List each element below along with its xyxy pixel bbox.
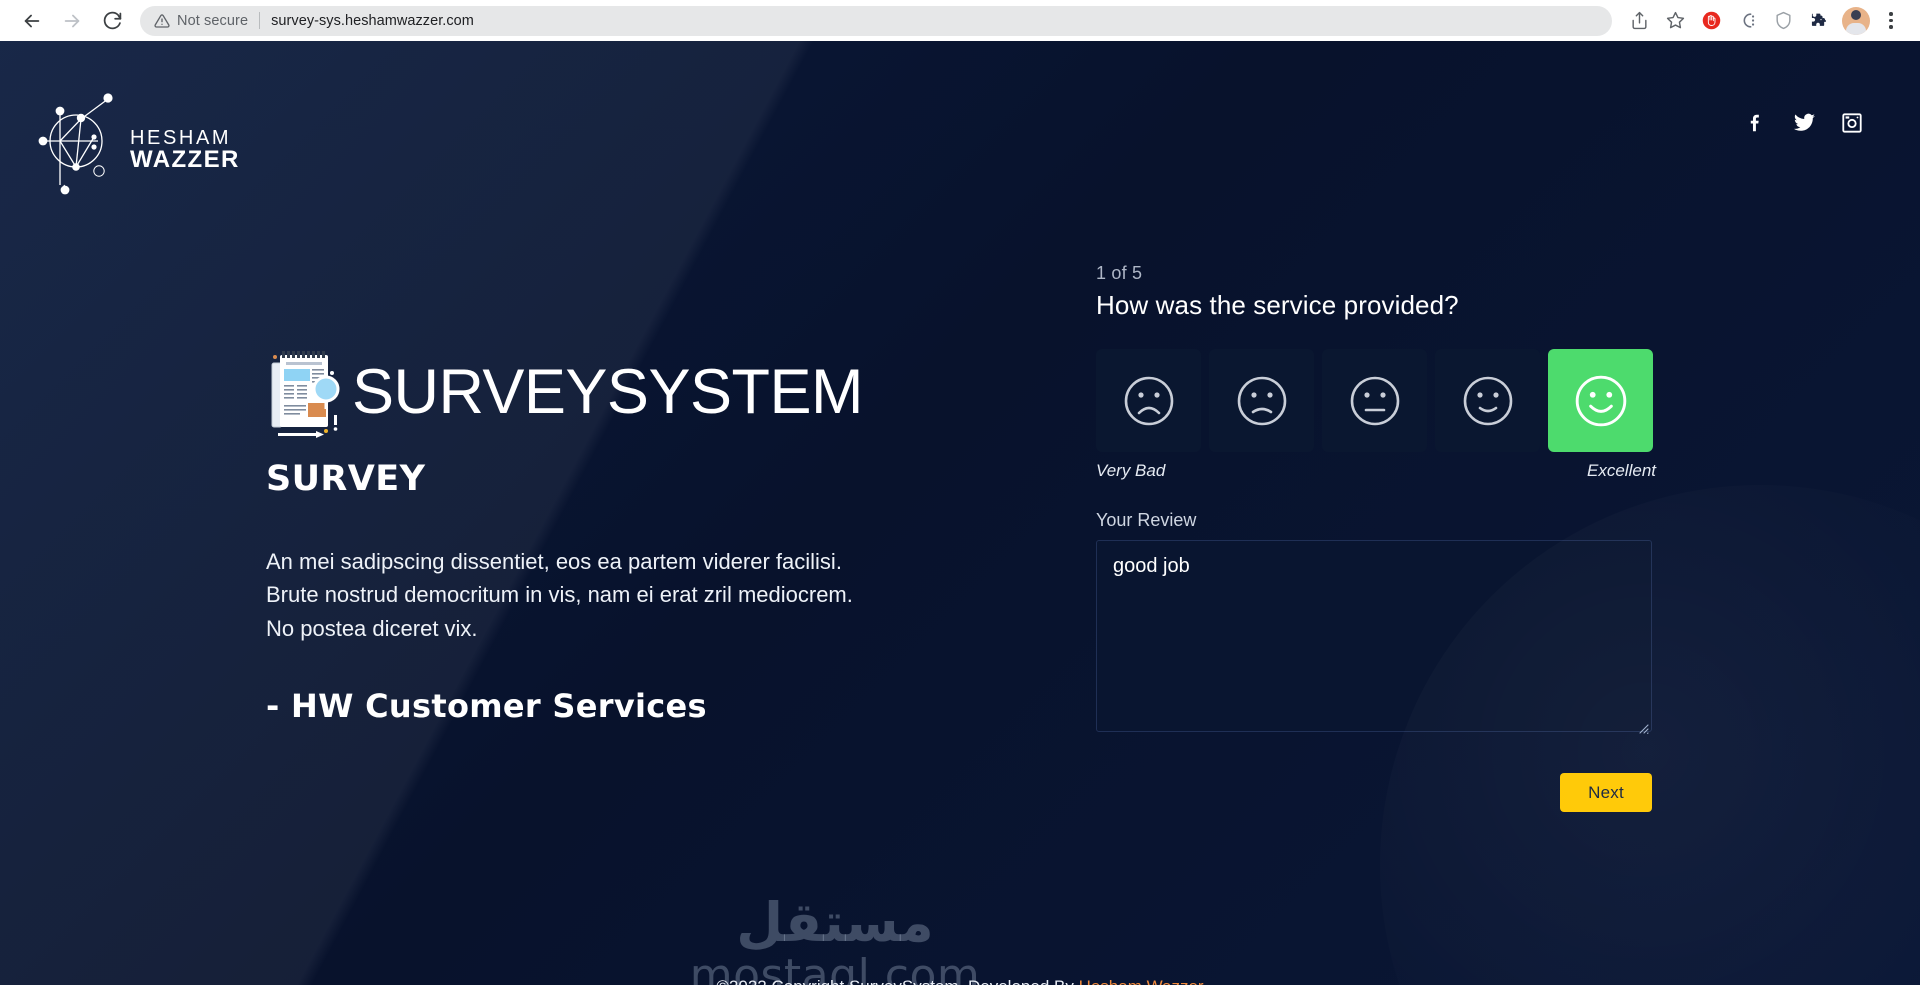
neutral-face-icon (1350, 376, 1399, 425)
survey-form: 1 of 5 How was the service provided? Ver… (1096, 263, 1656, 812)
adblock-stop-hand-icon[interactable] (1694, 4, 1728, 38)
brand-logo[interactable]: HESHAM WAZZER (36, 85, 240, 197)
rating-scale (1096, 349, 1656, 452)
footer-author-link[interactable]: Hesham Wazzer (1079, 977, 1204, 985)
brand-name-first: HESHAM (130, 126, 232, 149)
question-text: How was the service provided? (1096, 290, 1459, 320)
star-icon[interactable] (1658, 4, 1692, 38)
shield-icon[interactable] (1766, 4, 1800, 38)
survey-page: HESHAM WAZZER SURVEYSYSTEM SURVEY An mei… (0, 41, 1920, 985)
rating-scale-labels: Very Bad Excellent (1096, 461, 1656, 481)
rating-option-1[interactable] (1096, 349, 1201, 452)
back-arrow-icon[interactable] (14, 3, 50, 39)
three-dot-menu-icon[interactable] (1876, 4, 1906, 38)
page-title: SURVEYSYSTEM (352, 356, 863, 427)
very-sad-face-icon (1124, 376, 1173, 425)
mostaql-watermark: مستقل mostaql.com (595, 896, 1075, 985)
rating-option-5[interactable] (1548, 349, 1653, 452)
url-text: survey-sys.heshamwazzer.com (271, 12, 474, 29)
brand-wordmark: HESHAM WAZZER (130, 110, 240, 173)
brand-name-last: WAZZER (130, 145, 240, 173)
promo-description-line-2: Brute nostrud democritum in vis, nam ei … (266, 582, 853, 608)
colorzilla-icon[interactable] (1730, 4, 1764, 38)
rating-option-4[interactable] (1435, 349, 1540, 452)
hesham-wazzer-logo-mark (38, 93, 113, 195)
reload-icon[interactable] (94, 3, 130, 39)
promo-description: An mei sadipscing dissentiet, eos ea par… (266, 545, 966, 645)
question-progress: 1 of 5 (1096, 263, 1143, 283)
review-field-label: Your Review (1096, 510, 1197, 530)
rating-option-2[interactable] (1209, 349, 1314, 452)
address-bar-divider (259, 12, 261, 29)
address-bar[interactable]: Not secure survey-sys.heshamwazzer.com (140, 5, 1612, 36)
scale-low-label: Very Bad (1096, 461, 1166, 480)
happy-face-icon (1575, 375, 1626, 426)
avatar-body (1846, 22, 1866, 35)
footer-copyright-text: ©2022 Copyright SurveySystem ,Developed … (716, 977, 1078, 985)
next-button[interactable]: Next (1560, 773, 1652, 812)
form-actions: Next (1096, 773, 1652, 812)
survey-document-icon (271, 351, 340, 438)
profile-avatar-icon[interactable] (1842, 6, 1870, 35)
watermark-arabic-text: مستقل (736, 891, 934, 954)
site-footer: ©2022 Copyright SurveySystem ,Developed … (0, 977, 1920, 985)
site-header: HESHAM WAZZER (0, 41, 1920, 231)
promo-title-row: SURVEYSYSTEM (266, 339, 1026, 445)
social-links (1744, 85, 1864, 135)
scale-high-label: Excellent (1587, 461, 1656, 480)
warning-triangle-icon (154, 13, 170, 29)
review-textarea[interactable] (1096, 540, 1652, 732)
share-icon[interactable] (1622, 4, 1656, 38)
slight-smile-face-icon (1463, 376, 1512, 425)
navigation-buttons (14, 3, 130, 39)
promo-section: SURVEYSYSTEM SURVEY An mei sadipscing di… (266, 339, 1026, 725)
instagram-icon[interactable] (1840, 111, 1864, 135)
toolbar-actions (1622, 4, 1906, 38)
sad-face-icon (1237, 376, 1286, 425)
facebook-icon[interactable] (1744, 111, 1768, 135)
promo-description-line-3: No postea diceret vix. (266, 615, 478, 641)
promo-author: - HW Customer Services (266, 687, 707, 726)
browser-toolbar: Not secure survey-sys.heshamwazzer.com (0, 0, 1920, 41)
avatar-head (1851, 9, 1861, 20)
puzzle-piece-icon[interactable] (1802, 4, 1836, 38)
extension-icons (1694, 4, 1906, 38)
security-status-label: Not secure (177, 12, 249, 29)
promo-description-line-1: An mei sadipscing dissentiet, eos ea par… (266, 549, 842, 574)
promo-subtitle: SURVEY (266, 459, 426, 499)
twitter-icon[interactable] (1792, 111, 1816, 135)
rating-option-3[interactable] (1322, 349, 1427, 452)
review-field-wrapper (1096, 531, 1652, 737)
forward-arrow-icon[interactable] (54, 3, 90, 39)
